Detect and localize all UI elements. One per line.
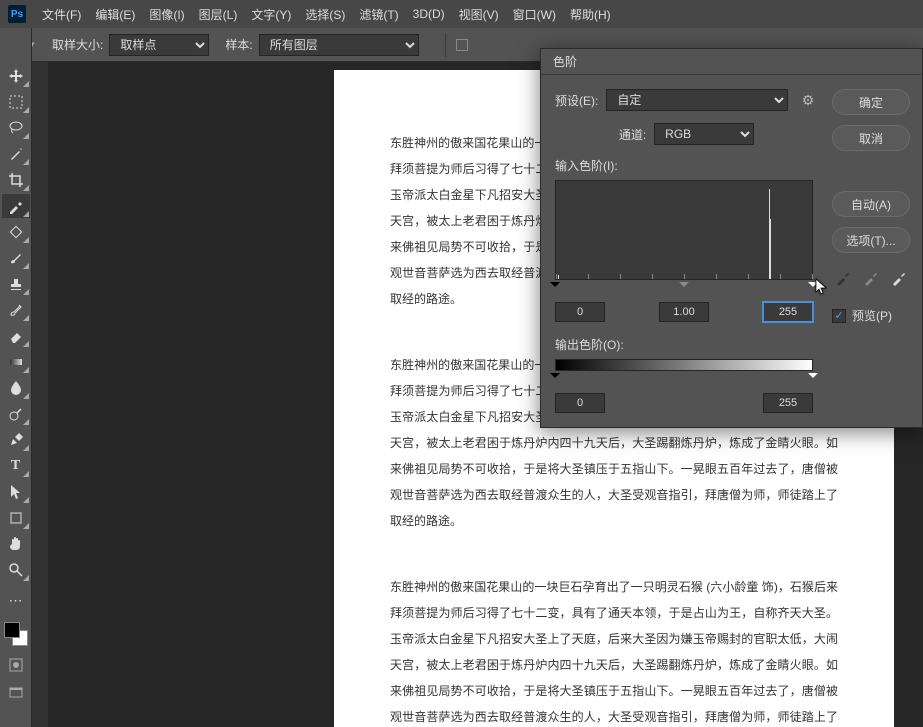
foreground-color-swatch[interactable] (4, 622, 20, 638)
type-tool[interactable]: T (2, 454, 30, 478)
preview-checkbox[interactable]: ✓ (832, 309, 846, 323)
output-levels-label: 输出色阶(O): (555, 336, 818, 353)
lasso-tool[interactable] (2, 116, 30, 140)
shape-tool[interactable] (2, 506, 30, 530)
input-levels-label: 输入色阶(I): (555, 157, 818, 174)
hand-tool[interactable] (2, 532, 30, 556)
menu-filter[interactable]: 滤镜(T) (359, 6, 398, 23)
gray-eyedropper-icon[interactable] (860, 267, 882, 289)
gear-icon[interactable]: ⚙ (798, 90, 818, 110)
dodge-tool[interactable] (2, 402, 30, 426)
output-gradient (555, 359, 813, 371)
options-checkbox[interactable] (456, 39, 468, 51)
gray-point-slider[interactable] (679, 282, 689, 292)
input-white-field[interactable] (763, 302, 813, 322)
menu-help[interactable]: 帮助(H) (570, 6, 611, 23)
levels-dialog: 色阶 预设(E): 自定 ⚙ 通道: RGB 输入色阶(I): (540, 48, 923, 428)
menu-layer[interactable]: 图层(L) (199, 6, 238, 23)
menu-window[interactable]: 窗口(W) (513, 6, 556, 23)
brush-tool[interactable] (2, 246, 30, 270)
menu-type[interactable]: 文字(Y) (251, 6, 291, 23)
path-select-tool[interactable] (2, 480, 30, 504)
pen-tool[interactable] (2, 428, 30, 452)
input-slider[interactable] (555, 284, 813, 296)
tools-panel: T ⋯ (0, 28, 32, 727)
eraser-tool[interactable] (2, 324, 30, 348)
marquee-tool[interactable] (2, 90, 30, 114)
history-brush-tool[interactable] (2, 298, 30, 322)
output-black-field[interactable] (555, 393, 605, 413)
sample-size-select[interactable]: 取样点 (109, 34, 209, 56)
stamp-tool[interactable] (2, 272, 30, 296)
ok-button[interactable]: 确定 (832, 89, 910, 115)
menu-3d[interactable]: 3D(D) (413, 7, 445, 21)
input-black-field[interactable] (555, 302, 605, 322)
output-slider[interactable] (555, 375, 813, 387)
channel-select[interactable]: RGB (654, 123, 754, 145)
app-icon: Ps (8, 5, 26, 23)
preview-label: 预览(P) (852, 307, 892, 324)
menu-bar: Ps 文件(F) 编辑(E) 图像(I) 图层(L) 文字(Y) 选择(S) 滤… (0, 0, 923, 28)
zoom-tool[interactable] (2, 558, 30, 582)
move-tool[interactable] (2, 64, 30, 88)
sample-size-label: 取样大小: (52, 36, 103, 53)
preset-select[interactable]: 自定 (606, 89, 788, 111)
options-button[interactable]: 选项(T)... (832, 227, 910, 253)
edit-toolbar[interactable]: ⋯ (2, 588, 30, 612)
wand-tool[interactable] (2, 142, 30, 166)
divider (445, 33, 446, 57)
output-black-slider[interactable] (550, 373, 560, 383)
black-point-slider[interactable] (550, 282, 560, 292)
sample-select[interactable]: 所有图层 (259, 34, 419, 56)
white-eyedropper-icon[interactable] (888, 267, 910, 289)
preset-label: 预设(E): (555, 92, 598, 109)
healing-tool[interactable] (2, 220, 30, 244)
menu-edit[interactable]: 编辑(E) (95, 6, 135, 23)
menu-select[interactable]: 选择(S) (305, 6, 345, 23)
output-white-slider[interactable] (808, 373, 818, 383)
output-white-field[interactable] (763, 393, 813, 413)
cancel-button[interactable]: 取消 (832, 125, 910, 151)
auto-button[interactable]: 自动(A) (832, 191, 910, 217)
screen-mode-icon[interactable] (6, 684, 26, 702)
sample-label: 样本: (225, 36, 252, 53)
black-eyedropper-icon[interactable] (832, 267, 854, 289)
doc-paragraph-3: 东胜神州的傲来国花果山的一块巨石孕育出了一只明灵石猴 (六小龄童 饰)，石猴后来… (390, 574, 838, 727)
menu-file[interactable]: 文件(F) (42, 6, 81, 23)
dialog-title-bar[interactable]: 色阶 (541, 49, 922, 75)
quick-mask-icon[interactable] (6, 656, 26, 674)
blur-tool[interactable] (2, 376, 30, 400)
histogram (555, 180, 813, 280)
eyedropper-tool[interactable] (2, 194, 30, 218)
menu-view[interactable]: 视图(V) (459, 6, 499, 23)
input-gamma-field[interactable] (659, 302, 709, 322)
menu-image[interactable]: 图像(I) (149, 6, 184, 23)
gradient-tool[interactable] (2, 350, 30, 374)
color-swatches[interactable] (4, 622, 28, 646)
crop-tool[interactable] (2, 168, 30, 192)
channel-label: 通道: (619, 126, 646, 143)
cursor-icon (815, 278, 829, 296)
dialog-title: 色阶 (553, 53, 577, 70)
